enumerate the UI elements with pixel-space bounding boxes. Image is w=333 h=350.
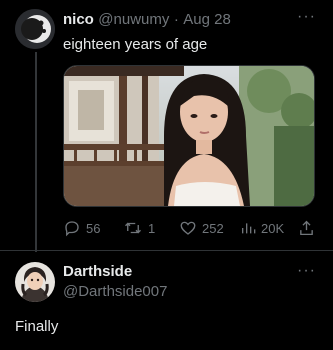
thread-connector-line: [35, 52, 37, 252]
reply-author-name[interactable]: Darthside: [63, 263, 132, 280]
reply-button[interactable]: 56: [63, 219, 100, 237]
reply-count: 56: [86, 220, 101, 236]
retweet-count: 1: [148, 220, 156, 236]
share-button[interactable]: [298, 219, 315, 237]
divider: [0, 250, 333, 251]
reply-text: Finally: [15, 318, 59, 335]
share-icon: [300, 220, 313, 236]
reply-more-icon[interactable]: ···: [297, 262, 316, 280]
retweet-icon: [125, 222, 141, 234]
header-separator: ·: [173, 11, 179, 28]
tweet-actions: 56 1 252 20K: [63, 219, 315, 239]
tweet-header: nico @nuwumy · Aug 28: [63, 11, 231, 29]
views-count: 20K: [261, 220, 285, 236]
like-button[interactable]: 252: [179, 219, 224, 237]
tweet-date[interactable]: Aug 28: [183, 11, 231, 28]
views-button[interactable]: 20K: [240, 219, 284, 237]
avatar-image: [15, 9, 55, 49]
author-name[interactable]: nico: [63, 11, 94, 28]
author-handle[interactable]: @nuwumy: [98, 11, 169, 28]
reply-icon: [65, 221, 79, 237]
views-icon: [242, 223, 256, 234]
retweet-button[interactable]: 1: [123, 219, 155, 237]
more-icon[interactable]: ···: [297, 8, 316, 26]
like-icon: [180, 221, 196, 235]
photo-image: [64, 66, 314, 206]
tweet-photo[interactable]: [63, 65, 315, 207]
like-count: 252: [202, 220, 224, 236]
reply-avatar-image: [15, 262, 55, 302]
avatar[interactable]: [15, 9, 55, 49]
reply-author-handle[interactable]: @Darthside007: [63, 283, 167, 300]
tweet-text: eighteen years of age: [63, 36, 208, 53]
reply-avatar[interactable]: [15, 262, 55, 302]
